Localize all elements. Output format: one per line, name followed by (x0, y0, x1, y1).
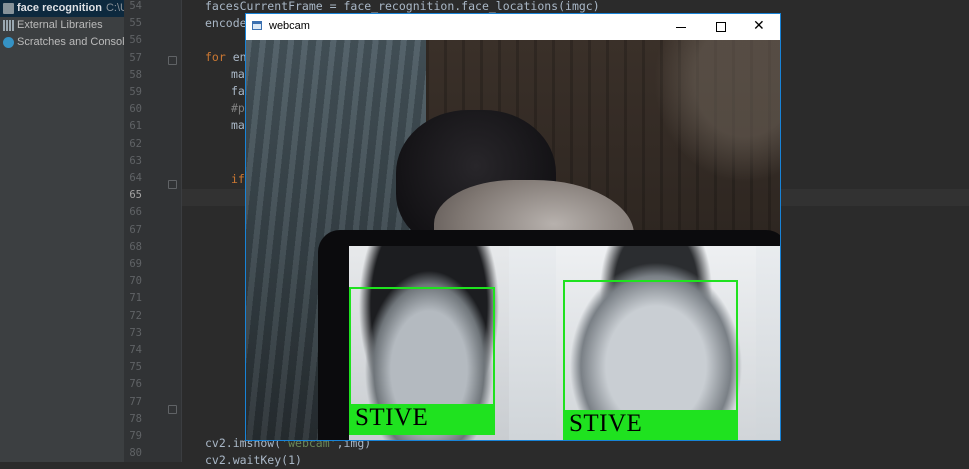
window-titlebar[interactable]: webcam ✕ (246, 14, 780, 40)
line-number[interactable]: 73 (124, 325, 142, 342)
gutter-separator (181, 0, 182, 462)
maximize-icon (716, 22, 726, 32)
tree-item-project-root[interactable]: face recognitionC:\Use (0, 0, 124, 17)
face-bounding-box-1 (349, 287, 495, 409)
line-number[interactable]: 63 (124, 153, 142, 170)
window-title: webcam (269, 20, 310, 32)
code-line-58[interactable]: ma (231, 66, 245, 83)
minimize-icon (676, 27, 686, 28)
face-label-2: STIVE (563, 410, 738, 440)
code-line-59[interactable]: fa (231, 83, 245, 100)
code-line-55[interactable]: encode (205, 15, 247, 32)
line-number[interactable]: 58 (124, 67, 142, 84)
line-number[interactable]: 79 (124, 428, 142, 445)
tree-item-label: External Libraries (17, 19, 103, 31)
fold-icon[interactable] (168, 56, 177, 65)
project-name: face recognition (17, 2, 102, 14)
face-bounding-box-2 (563, 280, 738, 414)
tree-item-external-libraries[interactable]: External Libraries (0, 17, 124, 34)
line-number[interactable]: 56 (124, 32, 142, 49)
line-number[interactable]: 76 (124, 376, 142, 393)
close-button[interactable]: ✕ (740, 14, 780, 40)
line-number[interactable]: 77 (124, 394, 142, 411)
fold-icon[interactable] (168, 180, 177, 189)
line-number[interactable]: 74 (124, 342, 142, 359)
minimize-button[interactable] (661, 14, 701, 40)
line-number[interactable]: 61 (124, 118, 142, 135)
code-text: en (225, 50, 247, 64)
keyword: for (205, 50, 226, 64)
fold-icon[interactable] (168, 405, 177, 414)
maximize-button[interactable] (701, 14, 741, 40)
line-number[interactable]: 65 (124, 187, 142, 204)
line-number[interactable]: 62 (124, 136, 142, 153)
line-number[interactable]: 59 (124, 84, 142, 101)
folder-icon (3, 3, 14, 14)
webcam-window[interactable]: webcam ✕ STIVE STIVE (245, 13, 781, 441)
line-number[interactable]: 55 (124, 15, 142, 32)
webcam-feed: STIVE STIVE (246, 40, 780, 440)
scratches-icon (3, 37, 14, 48)
line-number[interactable]: 60 (124, 101, 142, 118)
line-number[interactable]: 78 (124, 411, 142, 428)
face-label-1: STIVE (349, 404, 495, 435)
code-line-64[interactable]: if (231, 171, 245, 188)
tree-item-label: Scratches and Consoles (17, 36, 124, 48)
code-line-57[interactable]: for en (205, 49, 247, 66)
close-icon: ✕ (753, 18, 765, 34)
line-number[interactable]: 80 (124, 445, 142, 462)
line-number[interactable]: 54 (124, 0, 142, 15)
line-number[interactable]: 71 (124, 290, 142, 307)
line-number[interactable]: 75 (124, 359, 142, 376)
window-app-icon (252, 21, 262, 30)
line-number[interactable]: 70 (124, 273, 142, 290)
line-number[interactable]: 57 (124, 50, 142, 67)
project-tool-window: face recognitionC:\Use External Librarie… (0, 0, 124, 462)
line-number[interactable]: 64 (124, 170, 142, 187)
code-line-80[interactable]: cv2.waitKey(1) (205, 452, 302, 469)
line-number[interactable]: 68 (124, 239, 142, 256)
project-path: C:\Use (105, 2, 124, 14)
tree-item-scratches[interactable]: Scratches and Consoles (0, 34, 124, 51)
line-number[interactable]: 69 (124, 256, 142, 273)
line-number[interactable]: 66 (124, 204, 142, 221)
line-number[interactable]: 72 (124, 308, 142, 325)
library-icon (3, 20, 14, 31)
line-number[interactable]: 67 (124, 222, 142, 239)
code-line-60[interactable]: #p (231, 100, 245, 117)
code-line-61[interactable]: ma (231, 117, 245, 134)
